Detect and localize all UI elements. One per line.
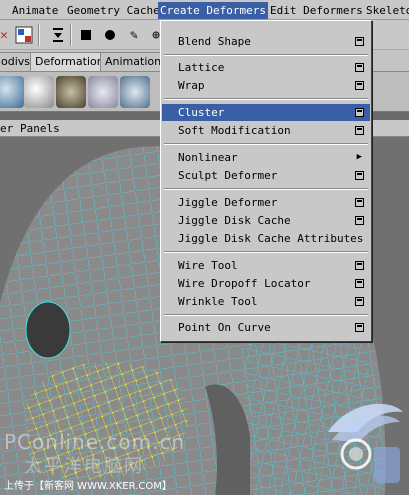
toolbar-separator (70, 24, 72, 46)
menu-item-wire-tool[interactable]: Wire Tool (162, 257, 370, 274)
menu-skeleton[interactable]: Skeleto (364, 2, 409, 19)
menu-separator (164, 314, 368, 316)
creature-icon[interactable] (56, 76, 86, 108)
menu-separator (164, 251, 368, 253)
menu-item-soft-modification[interactable]: Soft Modification (162, 122, 370, 139)
menu-item-jiggle-disk-cache[interactable]: Jiggle Disk Cache (162, 212, 370, 229)
option-box-icon[interactable] (355, 63, 364, 72)
menu-item-label: Jiggle Deformer (178, 196, 278, 209)
menu-item-lattice[interactable]: Lattice (162, 59, 370, 76)
spikes-icon[interactable] (120, 76, 150, 108)
blend-shape-icon[interactable] (0, 76, 24, 108)
menu-item-label: Sculpt Deformer (178, 169, 278, 182)
option-box-icon[interactable] (355, 81, 364, 90)
menu-item-wrap[interactable]: Wrap (162, 77, 370, 94)
menu-item-label: Nonlinear (178, 151, 238, 164)
menu-item-label: Wire Tool (178, 259, 238, 272)
tab-animation[interactable]: Animation (100, 52, 167, 71)
menu-item-label: Jiggle Disk Cache (178, 214, 291, 227)
circle-select-icon[interactable] (100, 25, 120, 45)
toolbar-separator (38, 24, 40, 46)
menu-edit-deformers[interactable]: Edit Deformers (268, 2, 365, 19)
submenu-arrow-icon: ▶ (356, 152, 362, 162)
menu-item-label: Point On Curve (178, 321, 271, 334)
menu-item-point-on-curve[interactable]: Point On Curve (162, 319, 370, 336)
option-box-icon[interactable] (355, 198, 364, 207)
option-box-icon[interactable] (355, 261, 364, 270)
option-box-icon[interactable] (355, 171, 364, 180)
menu-geometry-cache[interactable]: Geometry Cache (65, 2, 162, 19)
option-box-icon[interactable] (355, 297, 364, 306)
tab-deformation[interactable]: Deformation (30, 52, 109, 71)
tool-icon[interactable]: ✕ (0, 25, 14, 45)
menu-item-label: Blend Shape (178, 35, 251, 48)
menu-item-wire-dropoff-locator[interactable]: Wire Dropoff Locator (162, 275, 370, 292)
option-box-icon[interactable] (355, 323, 364, 332)
menu-item-cluster[interactable]: Cluster (162, 104, 370, 121)
teapot-icon[interactable] (24, 76, 54, 108)
option-box-icon[interactable] (355, 279, 364, 288)
menu-item-label: Wire Dropoff Locator (178, 277, 311, 290)
menu-item-label: Lattice (178, 61, 225, 74)
watermark-chinese: 太平洋电脑网 (24, 456, 144, 477)
option-box-icon[interactable] (355, 108, 364, 117)
panel-menu-renderer[interactable]: er (0, 121, 13, 136)
menu-separator (164, 143, 368, 145)
menu-item-blend-shape[interactable]: Blend Shape (162, 33, 370, 50)
menu-separator (164, 98, 368, 100)
menu-create-deformers[interactable]: Create Deformers (158, 2, 268, 19)
menu-animate[interactable]: Animate (10, 2, 60, 19)
menu-item-label: Wrinkle Tool (178, 295, 258, 308)
menu-item-label: Cluster (178, 106, 225, 119)
menu-item-jiggle-deformer[interactable]: Jiggle Deformer (162, 194, 370, 211)
upload-caption: 上传于【新客网 WWW.XKER.COM】 (4, 481, 172, 492)
menu-item-label: Wrap (178, 79, 205, 92)
menu-item-nonlinear[interactable]: Nonlinear ▶ (162, 149, 370, 166)
site-logo-icon (328, 403, 403, 483)
menu-separator (164, 54, 368, 56)
menu-separator (164, 188, 368, 190)
menu-item-wrinkle-tool[interactable]: Wrinkle Tool (162, 293, 370, 310)
snap-toggle-icon[interactable] (48, 25, 68, 45)
menu-item-label: Jiggle Disk Cache Attributes (178, 232, 364, 245)
option-box-icon[interactable] (355, 216, 364, 225)
cloud-icon[interactable] (88, 76, 118, 108)
select-by-component-icon[interactable] (14, 25, 34, 45)
menu-item-jiggle-disk-cache-attributes[interactable]: Jiggle Disk Cache Attributes (162, 230, 370, 247)
menu-item-sculpt-deformer[interactable]: Sculpt Deformer (162, 167, 370, 184)
main-menu-bar: Animate Geometry Cache Create Deformers … (0, 0, 409, 20)
panel-menu-panels[interactable]: Panels (20, 121, 60, 136)
square-select-icon[interactable] (76, 25, 96, 45)
option-box-icon[interactable] (355, 37, 364, 46)
wand-icon[interactable]: ✎ (124, 25, 144, 45)
watermark-pconline: PConline.com.cn (4, 430, 186, 454)
create-deformers-dropdown: Blend Shape Lattice Wrap Cluster Soft Mo… (160, 20, 372, 342)
option-box-icon[interactable] (355, 126, 364, 135)
menu-item-label: Soft Modification (178, 124, 291, 137)
